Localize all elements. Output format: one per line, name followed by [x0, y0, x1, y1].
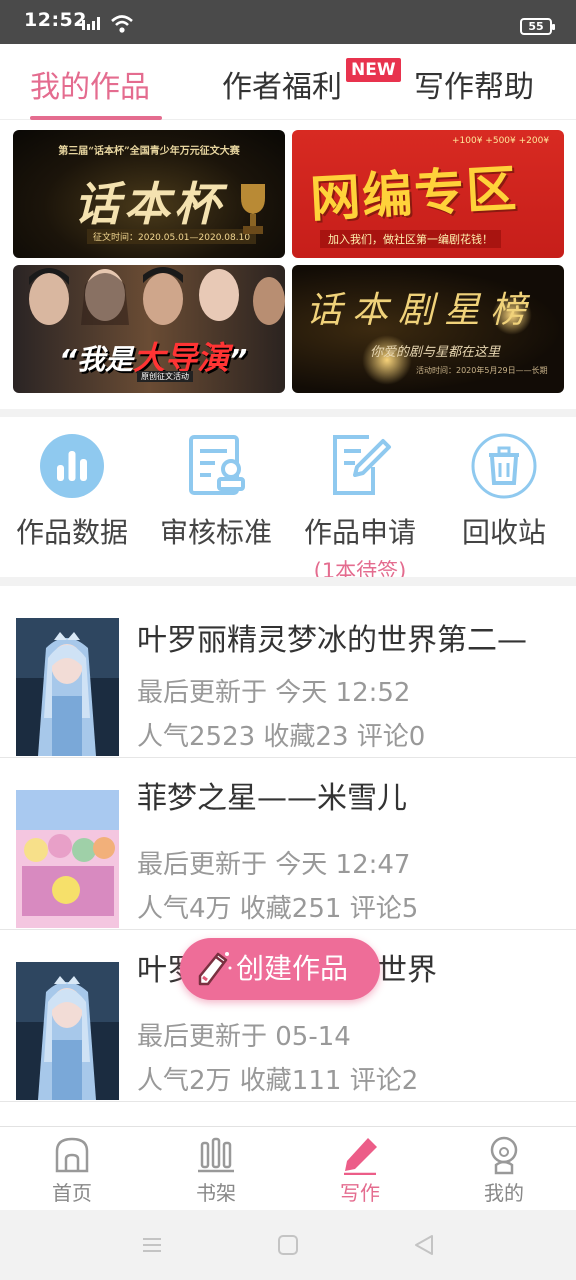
section-divider	[0, 577, 576, 586]
work-title: 叶罗丽精灵梦冰的世界第二—	[137, 623, 527, 658]
banner-0-date: 征文时间：2020.05.01—2020.08.10	[87, 229, 257, 244]
banner-director[interactable]: “我是大导演” 原创征文活动	[13, 265, 285, 393]
banner-1-subtitle: 加入我们，做社区第一编剧花钱！	[320, 230, 501, 248]
nav-profile[interactable]: 我的	[432, 1135, 576, 1206]
banner-2-title-suffix: ”	[229, 343, 248, 376]
banner-editor-zone[interactable]: +100¥ +500¥ +200¥ 网编专区 加入我们，做社区第一编剧花钱！	[292, 130, 564, 258]
nav-label: 首页	[52, 1181, 92, 1205]
work-updated: 最后更新于 05-14	[137, 1022, 351, 1052]
action-label: 回收站	[461, 516, 546, 549]
action-recycle-bin[interactable]: 回收站	[432, 431, 576, 551]
menu-icon[interactable]	[140, 1234, 164, 1256]
work-cover	[16, 962, 119, 1100]
banner-2-subtitle: 原创征文活动	[137, 371, 193, 382]
nav-label: 写作	[340, 1181, 380, 1205]
work-stats: 人气2万 收藏111 评论2	[137, 1066, 419, 1096]
create-work-button[interactable]: 创建作品	[180, 938, 380, 1000]
list-item[interactable]: 菲梦之星——米雪儿 最后更新于 今天 12:47 人气4万 收藏251 评论5	[0, 758, 576, 930]
active-tab-indicator	[30, 116, 162, 120]
banner-grid: 第三届“话本杯”全国青少年万元征文大赛 话本杯 征文时间：2020.05.01—…	[0, 121, 576, 409]
banner-star-ranking[interactable]: 话本剧星榜 你爱的剧与星都在这里 活动时间：2020年5月29日——长期	[292, 265, 564, 393]
profile-icon	[490, 1136, 518, 1175]
bookshelf-icon	[198, 1137, 234, 1173]
nav-label: 我的	[484, 1181, 524, 1205]
banner-huaben-cup[interactable]: 第三届“话本杯”全国青少年万元征文大赛 话本杯 征文时间：2020.05.01—…	[13, 130, 285, 258]
bottom-nav: 首页 书架 写作 我的	[0, 1126, 576, 1210]
wifi-icon	[111, 15, 133, 33]
action-work-data[interactable]: 作品数据	[0, 431, 144, 551]
chart-icon	[40, 434, 104, 498]
work-updated: 最后更新于 今天 12:47	[137, 850, 411, 880]
banner-3-date: 活动时间：2020年5月29日——长期	[416, 366, 548, 375]
home-icon	[55, 1137, 89, 1173]
review-doc-icon	[189, 435, 245, 495]
trash-icon	[471, 433, 537, 499]
action-label: 审核标准	[159, 516, 272, 549]
action-review-standards[interactable]: 审核标准	[144, 431, 288, 551]
battery-icon: 55	[520, 18, 555, 35]
work-cover	[16, 618, 119, 756]
nav-home[interactable]: 首页	[0, 1135, 144, 1206]
action-work-application[interactable]: 作品申请 (1本待签)	[288, 431, 432, 585]
banner-1-money: +100¥ +500¥ +200¥	[452, 136, 550, 146]
tab-my-works[interactable]: 我的作品	[30, 62, 150, 106]
tab-author-benefits[interactable]: 作者福利	[222, 62, 342, 106]
nav-bookshelf[interactable]: 书架	[144, 1135, 288, 1206]
action-label: 作品数据	[15, 516, 128, 549]
status-bar: 12:52 55	[0, 0, 576, 44]
banner-2-portraits	[29, 267, 285, 325]
new-badge: NEW	[346, 58, 401, 82]
action-label: 作品申请	[303, 516, 416, 549]
work-updated: 最后更新于 今天 12:52	[137, 678, 411, 708]
section-divider	[0, 409, 576, 417]
banner-2-title-prefix: “我是	[59, 343, 134, 376]
create-work-label: 创建作品	[236, 952, 349, 985]
list-item[interactable]: 叶罗丽精灵梦冰的世界第二— 最后更新于 今天 12:52 人气2523 收藏23…	[0, 586, 576, 758]
banner-1-title: 网编专区	[308, 159, 520, 229]
status-time: 12:52	[24, 9, 87, 31]
signal-icon	[82, 17, 100, 30]
home-button-icon[interactable]	[276, 1234, 300, 1256]
trophy-icon	[241, 184, 265, 234]
nav-label: 书架	[196, 1181, 236, 1205]
quick-actions: 作品数据 审核标准 作品申请 (1本待签) 回收站	[0, 417, 576, 583]
banner-3-subtitle: 你爱的剧与星都在这里	[370, 345, 501, 360]
nav-write[interactable]: 写作	[288, 1135, 432, 1206]
work-title: 菲梦之星——米雪儿	[137, 781, 407, 816]
work-stats: 人气4万 收藏251 评论5	[137, 894, 419, 924]
pen-icon	[344, 1138, 377, 1175]
work-cover	[16, 790, 119, 928]
system-nav-bar	[0, 1210, 576, 1280]
work-stats: 人气2523 收藏23 评论0	[137, 722, 426, 752]
tab-writing-help[interactable]: 写作帮助	[414, 62, 534, 106]
works-list: 叶罗丽精灵梦冰的世界第二— 最后更新于 今天 12:52 人气2523 收藏23…	[0, 586, 576, 1126]
edit-doc-icon	[333, 435, 391, 495]
banner-3-title: 话本剧星榜	[306, 290, 537, 331]
banner-0-top-text: 第三届“话本杯”全国青少年万元征文大赛	[58, 146, 240, 157]
back-icon[interactable]	[412, 1234, 436, 1256]
top-tabs: 我的作品 作者福利 写作帮助 NEW	[0, 44, 576, 120]
pencil-icon	[198, 952, 232, 986]
